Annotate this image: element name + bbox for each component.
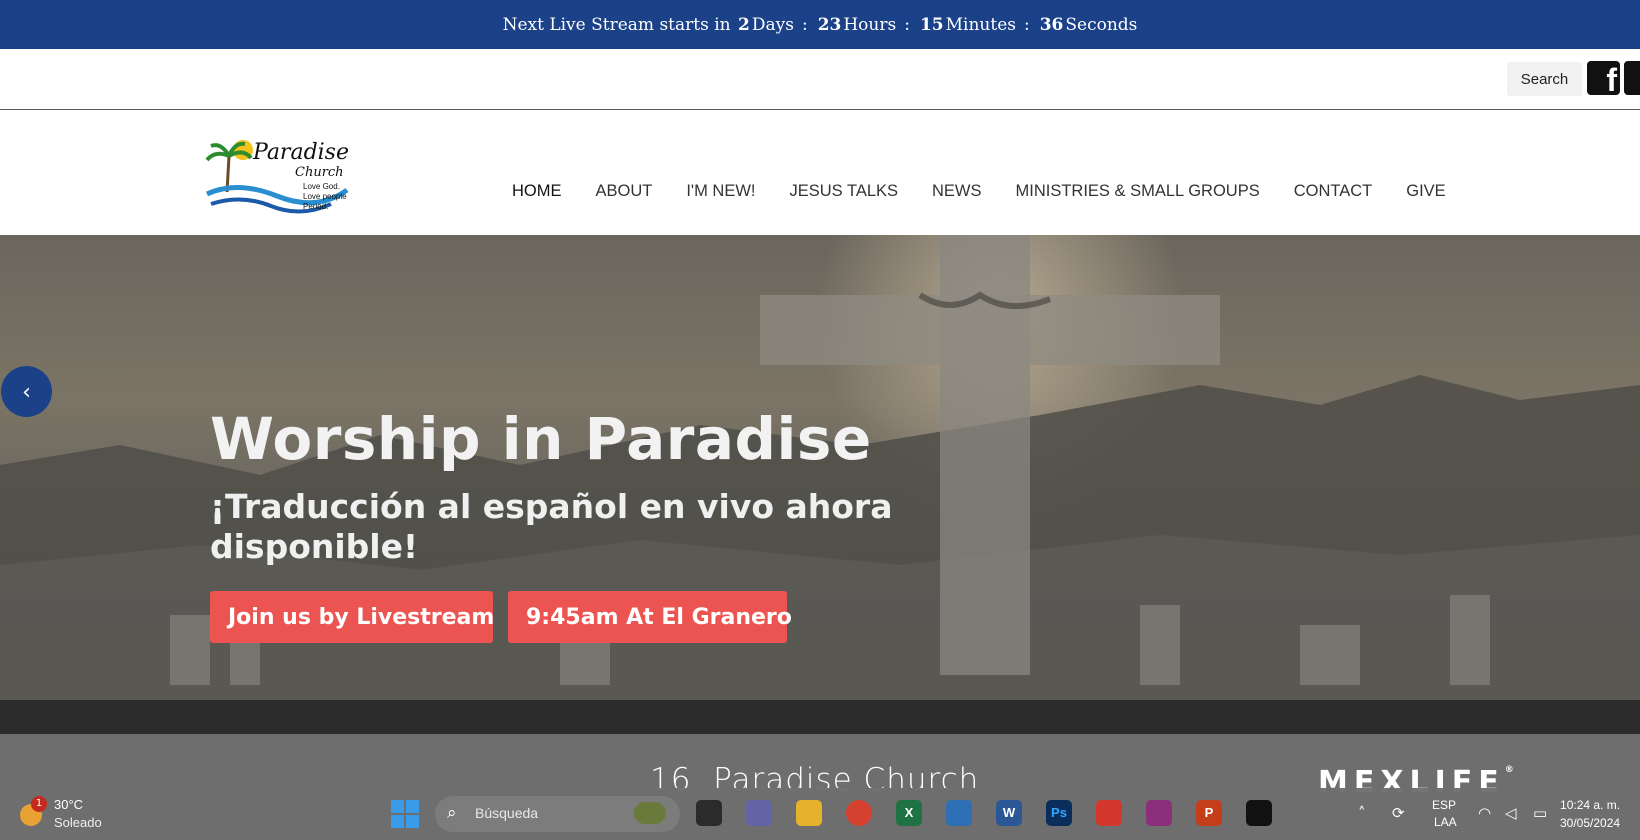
input-language[interactable]: ESP (1432, 798, 1456, 812)
countdown-bar: Next Live Stream starts in 2 Days : 23 H… (0, 0, 1640, 49)
countdown-separator: : (801, 14, 808, 35)
clock-date: 30/05/2024 (1560, 816, 1621, 830)
taskbar-search[interactable]: ⌕ Búsqueda (435, 796, 680, 832)
nav-item-im-new[interactable]: I'M NEW! (686, 182, 755, 201)
photoshop-icon[interactable]: Ps (1046, 800, 1072, 826)
countdown-separator: : (904, 14, 910, 35)
chrome-icon[interactable] (846, 800, 872, 826)
acrobat-icon[interactable] (1096, 800, 1122, 826)
input-layout[interactable]: LAA (1434, 815, 1457, 829)
nav-item-give[interactable]: GIVE (1406, 182, 1445, 201)
utility-bar: Search f (0, 49, 1640, 110)
hero-slider: Worship in Paradise ¡Traducción al españ… (0, 235, 1640, 700)
taskbar: 1 30°C Soleado ⌕ Búsqueda X W Ps P ˄ ⟳ E… (0, 788, 1640, 840)
chevron-up-icon[interactable]: ˄ (1358, 804, 1366, 822)
volume-muted-icon[interactable]: ◁ (1505, 804, 1517, 822)
word-icon[interactable]: W (996, 800, 1022, 826)
countdown-days: 2 (738, 14, 750, 35)
nav-item-home[interactable]: HOME (512, 182, 562, 201)
livestream-button[interactable]: Join us by Livestream (210, 591, 494, 643)
logo-tagline: Love God. Love people Period. (303, 182, 347, 211)
logo-sub: Church (295, 165, 344, 180)
taskbar-search-placeholder: Búsqueda (475, 805, 539, 821)
site-logo[interactable]: Paradise Church Love God. Love people Pe… (205, 132, 355, 220)
nav-item-jesus-talks[interactable]: JESUS TALKS (790, 182, 899, 201)
folder-icon[interactable] (796, 800, 822, 826)
weather-badge: 1 (31, 796, 47, 812)
countdown-hours: 23 (817, 14, 842, 35)
countdown-seconds-label: Seconds (1065, 14, 1138, 35)
excel-icon[interactable]: X (896, 800, 922, 826)
wifi-icon[interactable]: ◠ (1478, 804, 1491, 822)
hero-bottom-band (0, 700, 1640, 734)
sync-icon[interactable]: ⟳ (1392, 804, 1405, 822)
battery-icon[interactable]: ▭ (1533, 804, 1547, 822)
instagram-icon[interactable] (1624, 61, 1640, 95)
nav-item-contact[interactable]: CONTACT (1294, 182, 1373, 201)
countdown-hours-label: Hours (843, 14, 897, 35)
weather-condition[interactable]: Soleado (54, 815, 102, 830)
teams-icon[interactable] (746, 800, 772, 826)
search-highlight-icon (634, 802, 666, 824)
powerpoint-icon[interactable]: P (1196, 800, 1222, 826)
facebook-icon[interactable]: f (1587, 61, 1620, 98)
hero-subtitle: ¡Traducción al español en vivo ahora dis… (210, 487, 893, 566)
hero-title: Worship in Paradise (210, 405, 872, 473)
nav-item-news[interactable]: NEWS (932, 182, 982, 201)
countdown-prefix: Next Live Stream starts in (502, 14, 731, 35)
windows-start-icon[interactable] (391, 800, 419, 828)
countdown-separator: : (1023, 14, 1030, 35)
brand-mark: ® (1504, 765, 1514, 775)
countdown-minutes-label: Minutes (945, 14, 1016, 35)
nav-item-about[interactable]: ABOUT (596, 182, 653, 201)
countdown-seconds: 36 (1039, 14, 1064, 35)
slider-prev-button[interactable]: ‹ (1, 366, 52, 417)
capcut-icon[interactable] (1246, 800, 1272, 826)
search-icon: ⌕ (447, 803, 457, 823)
logo-name: Paradise (253, 140, 349, 165)
service-time-button[interactable]: 9:45am At El Granero (508, 591, 792, 643)
site-header: Paradise Church Love God. Love people Pe… (0, 110, 1640, 235)
system-clock[interactable]: 10:24 a. m. 30/05/2024 (1560, 796, 1620, 832)
mail-icon[interactable] (946, 800, 972, 826)
nav-item-ministries[interactable]: MINISTRIES & SMALL GROUPS (1016, 182, 1260, 201)
countdown-days-label: Days (751, 14, 794, 35)
clock-time: 10:24 a. m. (1560, 798, 1621, 812)
main-nav: HOME ABOUT I'M NEW! JESUS TALKS NEWS MIN… (512, 182, 1480, 201)
search-button[interactable]: Search (1507, 62, 1582, 96)
winrar-icon[interactable] (1146, 800, 1172, 826)
file-manager-icon[interactable] (696, 800, 722, 826)
countdown-minutes: 15 (919, 14, 944, 35)
weather-temp[interactable]: 30°C (54, 797, 83, 812)
